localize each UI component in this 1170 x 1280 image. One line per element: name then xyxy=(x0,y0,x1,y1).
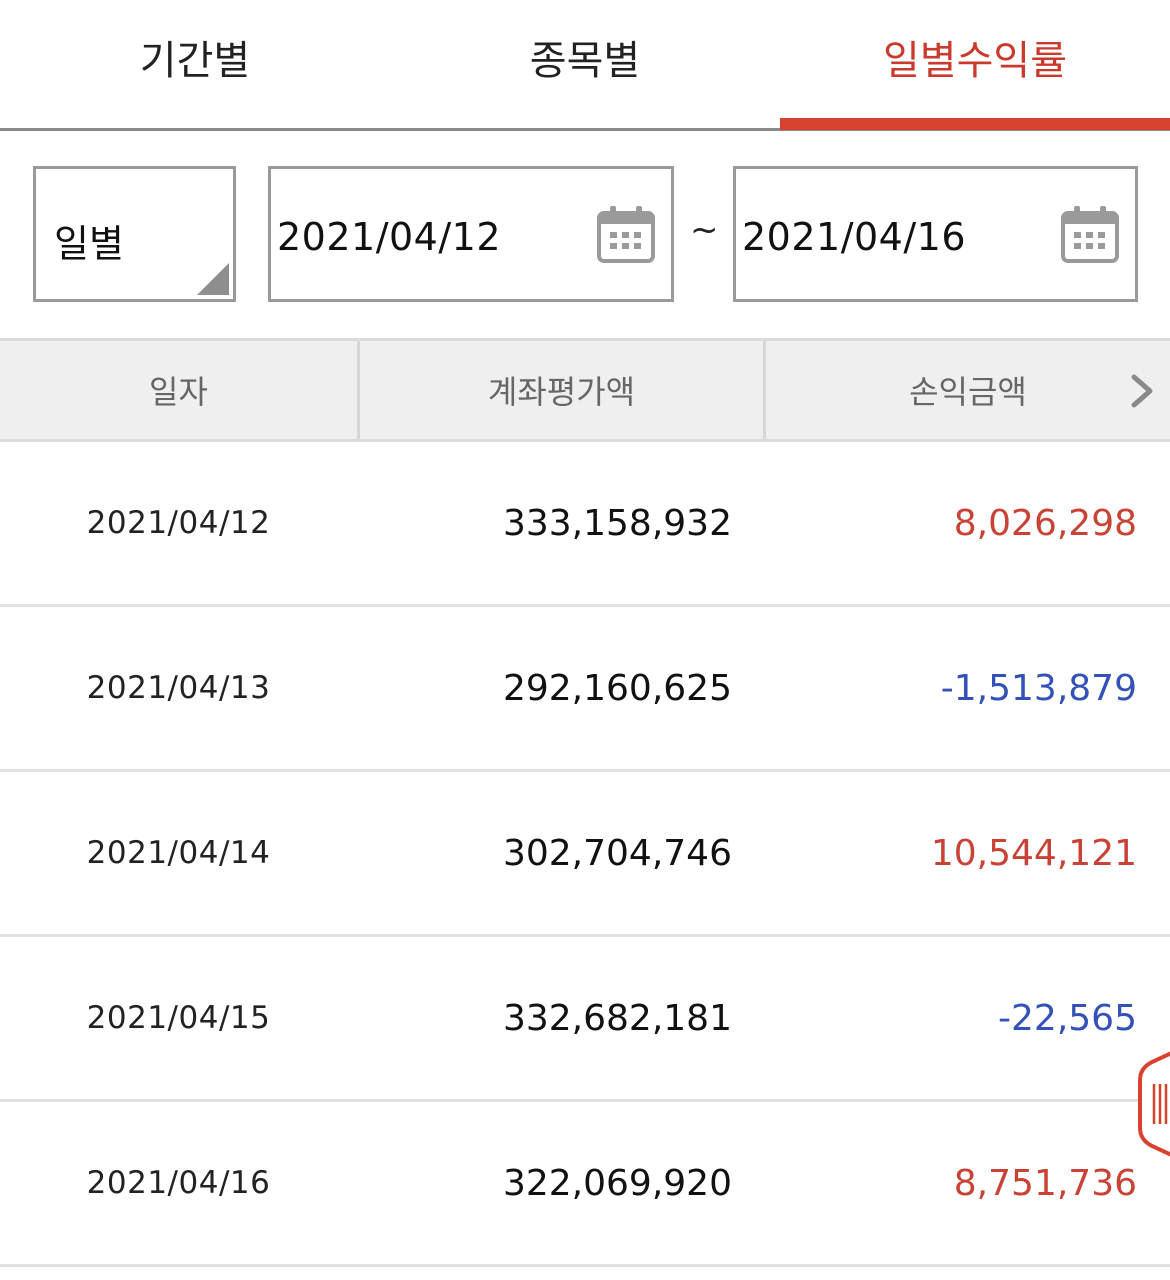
column-header-profit: 손익금액 xyxy=(763,341,1170,439)
tab-by-stock-label: 종목별 xyxy=(529,38,641,84)
start-date-field[interactable]: 2021/04/12 xyxy=(268,166,674,302)
table-row[interactable]: 2021/04/12 333,158,932 8,026,298 xyxy=(0,442,1170,607)
table-row[interactable]: 2021/04/15 332,682,181 -22,565 xyxy=(0,937,1170,1102)
row-date: 2021/04/15 xyxy=(86,1000,271,1036)
tab-daily-return[interactable]: 일별수익률 xyxy=(780,0,1170,128)
row-date: 2021/04/12 xyxy=(86,505,271,541)
row-profit: 8,026,298 xyxy=(953,502,1137,544)
active-tab-indicator xyxy=(780,118,1170,130)
row-profit: -22,565 xyxy=(998,997,1137,1039)
row-evaluation: 332,682,181 xyxy=(502,997,732,1039)
column-header-evaluation: 계좌평가액 xyxy=(357,341,763,439)
table-header: 일자 계좌평가액 손익금액 xyxy=(0,338,1170,442)
row-date: 2021/04/14 xyxy=(86,835,271,871)
tab-period-label: 기간별 xyxy=(139,38,251,84)
date-range-separator: ~ xyxy=(690,210,719,250)
table-row[interactable]: 2021/04/16 322,069,920 8,751,736 xyxy=(0,1102,1170,1267)
tab-by-stock[interactable]: 종목별 xyxy=(390,0,780,128)
row-evaluation: 322,069,920 xyxy=(502,1162,732,1204)
column-header-profit-label: 손익금액 xyxy=(909,373,1027,411)
end-date-field[interactable]: 2021/04/16 xyxy=(733,166,1138,302)
row-profit: 10,544,121 xyxy=(930,832,1137,874)
table-row[interactable]: 2021/04/14 302,704,746 10,544,121 xyxy=(0,772,1170,937)
start-date-value: 2021/04/12 xyxy=(277,215,502,259)
row-profit: 8,751,736 xyxy=(953,1162,1137,1204)
chevron-right-icon[interactable] xyxy=(1122,371,1162,411)
row-profit: -1,513,879 xyxy=(940,667,1137,709)
row-evaluation: 302,704,746 xyxy=(502,832,732,874)
column-header-date: 일자 xyxy=(149,373,208,411)
tab-bar: 기간별 종목별 일별수익률 xyxy=(0,0,1170,131)
daily-return-table: 2021/04/12 333,158,932 8,026,298 2021/04… xyxy=(0,442,1170,1267)
table-row[interactable]: 2021/04/13 292,160,625 -1,513,879 xyxy=(0,607,1170,772)
tab-daily-return-label: 일별수익률 xyxy=(883,38,1067,84)
end-date-value: 2021/04/16 xyxy=(742,215,967,259)
row-evaluation: 333,158,932 xyxy=(502,502,732,544)
period-select[interactable]: 일별 xyxy=(33,166,236,302)
period-select-value: 일별 xyxy=(54,222,124,266)
side-drawer-handle-icon[interactable] xyxy=(1138,1048,1170,1160)
calendar-icon[interactable] xyxy=(1061,205,1119,263)
dropdown-corner-icon xyxy=(197,263,229,295)
row-evaluation: 292,160,625 xyxy=(502,667,732,709)
calendar-icon[interactable] xyxy=(597,205,655,263)
tab-period[interactable]: 기간별 xyxy=(0,0,390,128)
row-date: 2021/04/16 xyxy=(86,1165,271,1201)
row-date: 2021/04/13 xyxy=(86,670,271,706)
